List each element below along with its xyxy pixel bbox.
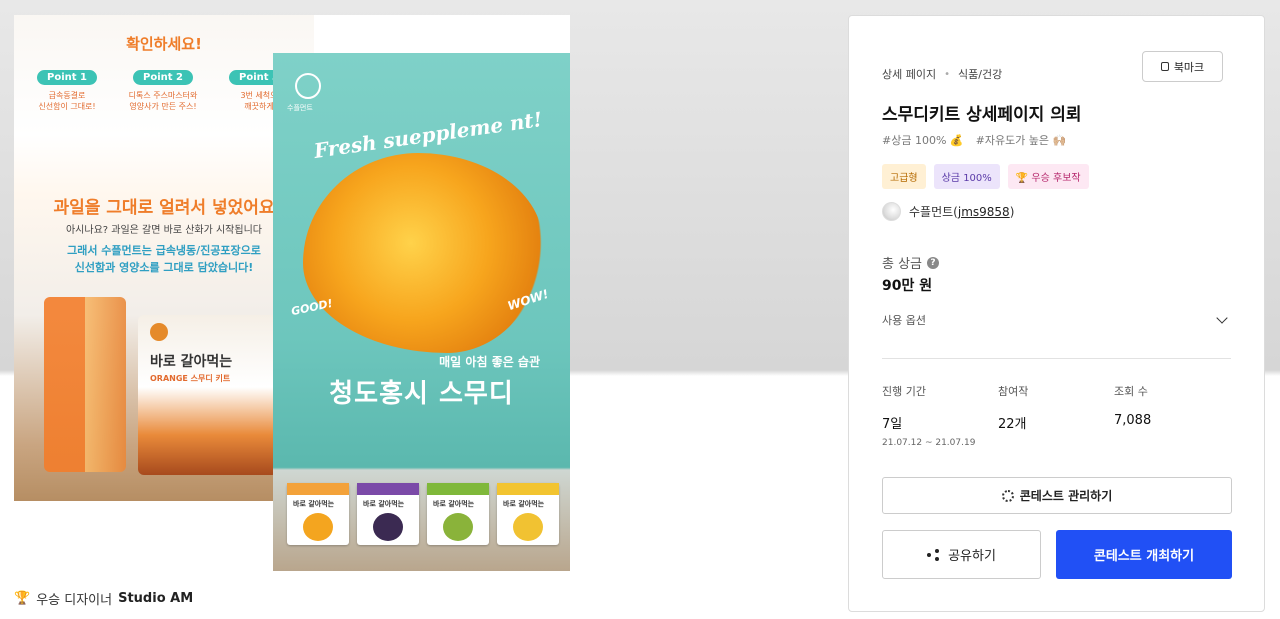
good-text: GOOD! — [290, 296, 334, 319]
breadcrumb-item-category[interactable]: 상세 페이지 — [882, 66, 936, 82]
options-label: 사용 옵션 — [882, 314, 926, 327]
badge-premium: 고급형 — [882, 164, 926, 189]
stat-value: 22개 — [998, 417, 1027, 432]
product-box-image: 바로 갈아먹는 — [287, 483, 349, 545]
point-2-label: Point 2 — [133, 70, 193, 85]
badge-list: 고급형 상금 100% 🏆 우승 후보작 — [882, 164, 1089, 189]
avatar — [882, 202, 901, 221]
prize-value: 90만 원 — [882, 278, 933, 294]
open-contest-button[interactable]: 콘테스트 개최하기 — [1056, 530, 1232, 579]
bookmark-icon — [1160, 62, 1169, 71]
stat-period: 진행 기간 7일 21.07.12 ~ 21.07.19 — [882, 383, 998, 448]
hashtag[interactable]: #자유도가 높은 🙌🏼 — [976, 132, 1067, 148]
stat-label: 조회 수 — [1114, 385, 1148, 398]
stat-value: 7일 — [882, 417, 903, 432]
image-line-1: 아시나요? 과일은 갈면 바로 산화가 시작됩니다 — [65, 225, 262, 236]
stat-value: 7,088 — [1114, 413, 1152, 428]
detail-page-image-left: 확인하세요! Point 1 급속동결로 신선함이 그대로! Point 2 디… — [14, 15, 314, 501]
pack-subtitle: ORANGE 스무디 키트 — [150, 374, 231, 383]
product-box-label: 바로 갈아먹는 — [363, 500, 405, 508]
image-headline: 과일을 그대로 얼려서 넣었어요 — [53, 198, 275, 218]
smoothie-pack-image: 바로 갈아먹는 ORANGE 스무디 키트 — [138, 315, 278, 475]
chevron-down-icon — [1216, 312, 1228, 324]
fruit-splash-image — [303, 153, 543, 353]
image-line-2: 그래서 수플먼트는 급속냉동/진공포장으로 — [67, 244, 261, 257]
point-2-text: 디톡스 주스마스터와 영양사가 만든 주스! — [128, 91, 198, 111]
share-label: 공유하기 — [948, 549, 996, 564]
image-heading: 확인하세요! — [126, 35, 202, 53]
manage-contest-label: 콘테스트 관리하기 — [1019, 489, 1113, 503]
breadcrumb-item-subcategory[interactable]: 식품/건강 — [958, 66, 1002, 82]
product-box-label: 바로 갈아먹는 — [433, 500, 475, 508]
image-subtitle: 매일 아침 좋은 습관 — [439, 355, 540, 369]
badge-prize: 상금 100% — [933, 164, 1000, 189]
point-1: Point 1 급속동결로 신선함이 그대로! — [24, 65, 110, 113]
product-box-image: 바로 갈아먹는 — [357, 483, 419, 545]
product-box-label: 바로 갈아먹는 — [293, 500, 335, 508]
product-box-image: 바로 갈아먹는 — [427, 483, 489, 545]
divider — [882, 358, 1231, 359]
pack-title: 바로 갈아먹는 — [150, 354, 233, 370]
image-title: 청도홍시 스무디 — [329, 379, 514, 409]
preview-image-card[interactable]: 확인하세요! Point 1 급속동결로 신선함이 그대로! Point 2 디… — [14, 15, 570, 571]
hashtag[interactable]: #상금 100% 💰 — [882, 132, 964, 148]
contest-stats: 진행 기간 7일 21.07.12 ~ 21.07.19 참여작 22개 조회 … — [882, 383, 1232, 448]
stat-label: 참여작 — [998, 385, 1029, 398]
options-dropdown[interactable]: 사용 옵션 — [882, 308, 1232, 332]
author-name: 수플먼트 — [909, 205, 954, 219]
manage-contest-button[interactable]: 콘테스트 관리하기 — [882, 477, 1232, 514]
share-icon — [927, 548, 940, 561]
image-line-3: 신선함과 영양소를 그대로 담았습니다! — [74, 261, 254, 274]
badge-winner-candidate: 🏆 우승 후보작 — [1007, 164, 1089, 189]
hashtag-list: #상금 100% 💰 #자유도가 높은 🙌🏼 — [882, 132, 1066, 148]
winner-name[interactable]: Studio AM — [118, 591, 193, 606]
point-1-text: 급속동결로 신선함이 그대로! — [38, 91, 96, 111]
contest-title: 스무디키트 상세페이지 의뢰 — [882, 105, 1082, 125]
help-icon[interactable]: ? — [927, 256, 940, 269]
prize-label-text: 총 상금 — [882, 257, 923, 272]
brand-logo-icon — [295, 73, 321, 99]
bookmark-button[interactable]: 북마크 — [1142, 51, 1223, 82]
point-2: Point 2 디톡스 주스마스터와 영양사가 만든 주스! — [120, 65, 206, 113]
contest-info-panel: 상세 페이지 • 식품/건강 북마크 스무디키트 상세페이지 의뢰 #상금 10… — [848, 15, 1265, 612]
share-button[interactable]: 공유하기 — [882, 530, 1041, 579]
gear-icon — [1001, 489, 1014, 502]
bookmark-label: 북마크 — [1173, 60, 1205, 74]
brand-logo-icon — [150, 323, 168, 341]
point-1-label: Point 1 — [37, 70, 97, 85]
author-info: 수플먼트(jms9858) — [882, 202, 1014, 221]
product-box-image: 바로 갈아먹는 — [497, 483, 559, 545]
stat-entries: 참여작 22개 — [998, 383, 1114, 448]
detail-page-image-right: 수플먼트 Fresh sueppleme nt! GOOD! WOW! 매일 아… — [273, 53, 570, 571]
winner-prefix: 우승 디자이너 — [36, 593, 113, 608]
prize-label: 총 상금 ? — [882, 253, 940, 272]
winner-caption: 🏆 우승 디자이너 Studio AM — [14, 589, 193, 608]
brand-name: 수플먼트 — [287, 104, 313, 112]
breadcrumb-separator: • — [944, 68, 951, 80]
stat-label: 진행 기간 — [882, 385, 926, 398]
juice-glass-image — [44, 297, 126, 472]
stat-views: 조회 수 7,088 — [1114, 383, 1230, 448]
trophy-icon: 🏆 — [14, 591, 31, 606]
breadcrumb: 상세 페이지 • 식품/건강 — [882, 66, 1002, 82]
author-id-link[interactable]: jms9858 — [958, 205, 1010, 219]
stat-date-range: 21.07.12 ~ 21.07.19 — [882, 438, 976, 448]
product-box-label: 바로 갈아먹는 — [503, 500, 545, 508]
